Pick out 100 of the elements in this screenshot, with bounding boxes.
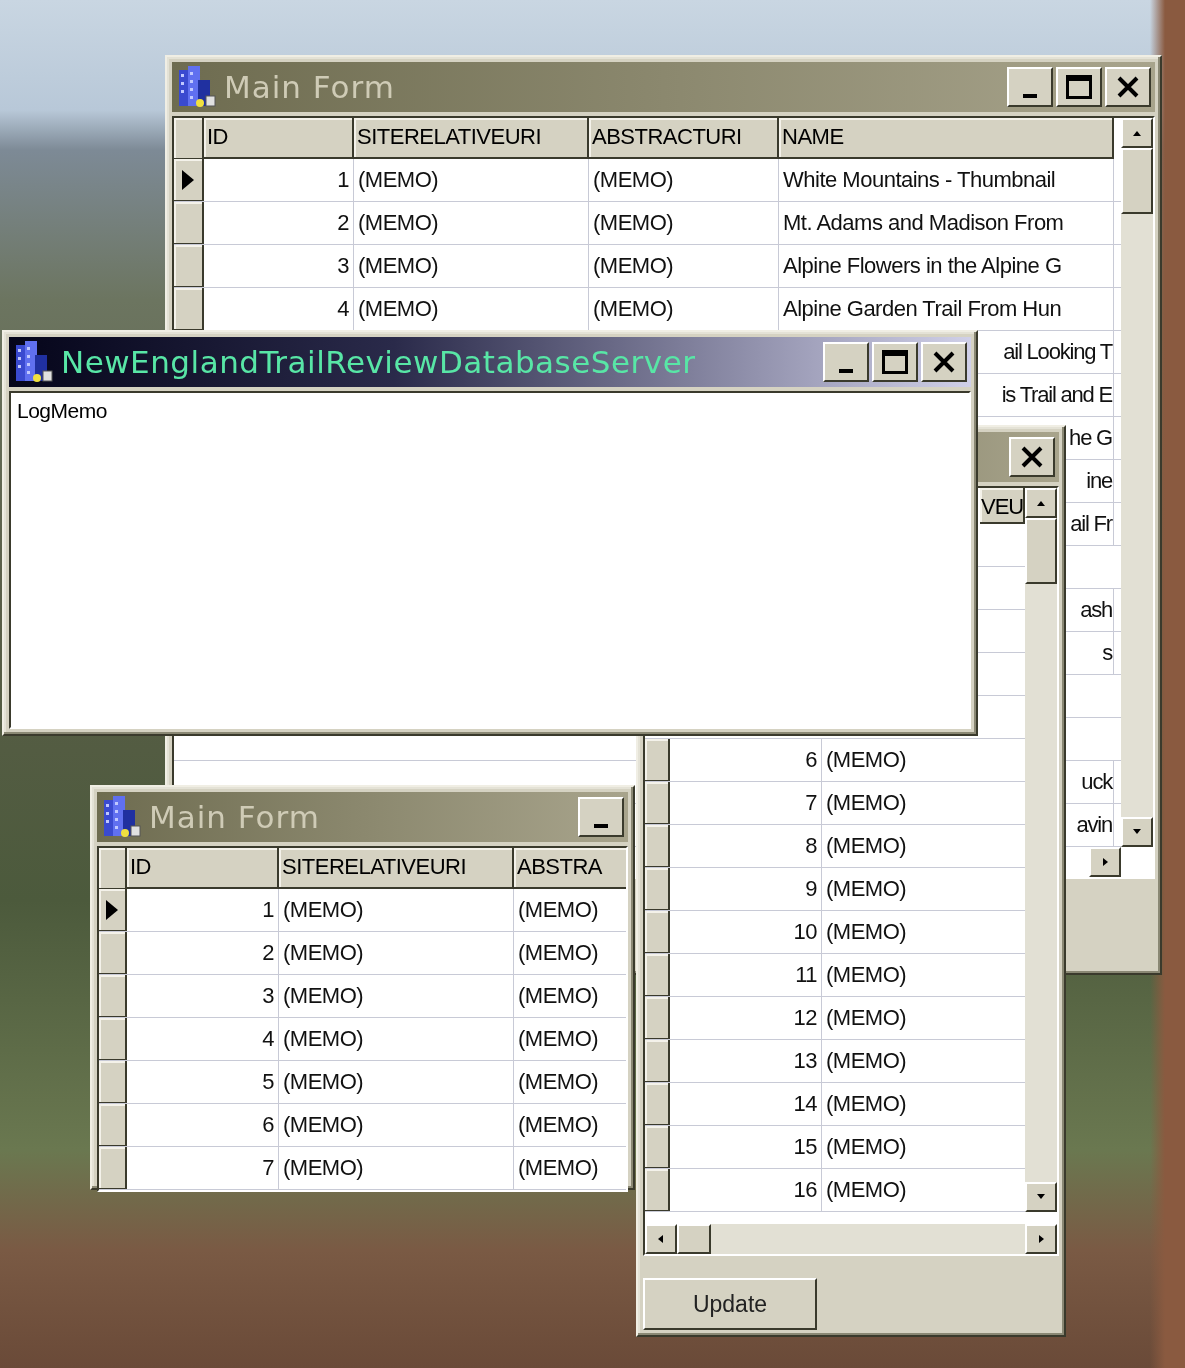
row-indicator[interactable] <box>174 159 204 201</box>
table-cell: (MEMO) <box>514 1147 626 1189</box>
table-cell: (MEMO) <box>514 889 626 931</box>
left-arrow-icon <box>656 1235 666 1243</box>
up-arrow-icon <box>1132 129 1142 137</box>
row-indicator[interactable] <box>645 911 670 953</box>
column-header[interactable]: ID <box>127 848 279 889</box>
scroll-thumb[interactable] <box>677 1224 711 1254</box>
table-cell: Mt. Adams and Madison From <box>779 202 1114 244</box>
table-cell: (MEMO) <box>279 1147 514 1189</box>
row-indicator[interactable] <box>99 889 127 931</box>
table-cell: 2 <box>127 932 279 974</box>
maximize-icon <box>882 350 908 374</box>
table-cell: (MEMO) <box>514 1018 626 1060</box>
scroll-down-button[interactable] <box>1121 817 1153 847</box>
row-indicator[interactable] <box>99 932 127 974</box>
maximize-button[interactable] <box>872 342 918 382</box>
table-cell: 2 <box>204 202 354 244</box>
maximize-icon <box>1066 75 1092 99</box>
table-cell: (MEMO) <box>589 245 779 287</box>
table-cell: (MEMO) <box>589 159 779 201</box>
minimize-icon <box>594 824 608 828</box>
row-indicator[interactable] <box>99 1061 127 1103</box>
table-cell: 6 <box>127 1104 279 1146</box>
table-cell: (MEMO) <box>354 159 589 201</box>
table-cell: 7 <box>127 1147 279 1189</box>
minimize-button[interactable] <box>823 342 869 382</box>
table-cell: 12 <box>670 997 822 1039</box>
scroll-right-button[interactable] <box>1025 1224 1057 1254</box>
column-header[interactable]: ABSTRA <box>514 848 626 889</box>
table-cell: (MEMO) <box>279 1104 514 1146</box>
table-cell: (MEMO) <box>514 1061 626 1103</box>
table-cell: 10 <box>670 911 822 953</box>
table-cell: 11 <box>670 954 822 996</box>
update-button[interactable]: Update <box>643 1278 817 1330</box>
vertical-scrollbar[interactable] <box>1121 118 1153 847</box>
row-indicator[interactable] <box>645 1083 670 1125</box>
row-indicator[interactable] <box>645 1126 670 1168</box>
column-header[interactable]: ID <box>204 118 354 159</box>
scroll-thumb[interactable] <box>1025 518 1057 584</box>
row-indicator[interactable] <box>99 1104 127 1146</box>
table-cell: (MEMO) <box>279 1061 514 1103</box>
row-indicator[interactable] <box>645 782 670 824</box>
table-cell: (MEMO) <box>514 1104 626 1146</box>
scroll-thumb[interactable] <box>1121 148 1153 214</box>
building-icon <box>101 796 141 838</box>
column-header[interactable]: SITERELATIVEURI <box>354 118 589 159</box>
table-cell: (MEMO) <box>514 975 626 1017</box>
table-cell: (MEMO) <box>279 975 514 1017</box>
table-cell: Alpine Flowers in the Alpine G <box>779 245 1114 287</box>
row-indicator[interactable] <box>174 245 204 287</box>
row-indicator[interactable] <box>645 997 670 1039</box>
row-indicator[interactable] <box>645 739 670 781</box>
building-icon <box>13 341 53 383</box>
minimize-icon <box>1023 94 1037 98</box>
table-cell: 6 <box>670 739 822 781</box>
scroll-up-button[interactable] <box>1121 118 1153 148</box>
row-indicator[interactable] <box>645 825 670 867</box>
window-title: NewEnglandTrailReviewDatabaseServer <box>61 344 696 380</box>
table-cell: White Mountains - Thumbnail <box>779 159 1114 201</box>
up-arrow-icon <box>1036 499 1046 507</box>
table-cell: (MEMO) <box>514 932 626 974</box>
right-arrow-icon <box>1036 1235 1046 1243</box>
table-cell: 3 <box>127 975 279 1017</box>
row-indicator[interactable] <box>99 1018 127 1060</box>
row-indicator[interactable] <box>645 868 670 910</box>
close-button[interactable] <box>921 342 967 382</box>
column-header[interactable]: VEU <box>980 488 1025 524</box>
scroll-up-button[interactable] <box>1025 488 1057 518</box>
scroll-down-button[interactable] <box>1025 1182 1057 1212</box>
column-header[interactable]: ABSTRACTURI <box>589 118 779 159</box>
minimize-icon <box>839 369 853 373</box>
table-cell: (MEMO) <box>589 202 779 244</box>
scroll-left-button[interactable] <box>645 1224 677 1254</box>
right-arrow-icon <box>1100 858 1110 866</box>
scroll-right-button[interactable] <box>1089 847 1121 877</box>
row-indicator[interactable] <box>174 288 204 330</box>
row-indicator[interactable] <box>99 975 127 1017</box>
log-memo-field[interactable]: LogMemo <box>9 391 971 729</box>
table-cell: (MEMO) <box>354 245 589 287</box>
table-cell: (MEMO) <box>279 1018 514 1060</box>
column-header[interactable]: NAME <box>779 118 1114 159</box>
table-cell: (MEMO) <box>354 202 589 244</box>
horizontal-scrollbar[interactable] <box>645 1224 1057 1254</box>
row-indicator[interactable] <box>645 1169 670 1211</box>
close-icon <box>933 351 955 373</box>
down-arrow-icon <box>1036 1193 1046 1201</box>
current-row-icon <box>105 898 119 921</box>
row-indicator[interactable] <box>174 202 204 244</box>
table-cell: (MEMO) <box>279 889 514 931</box>
table-cell: 15 <box>670 1126 822 1168</box>
close-icon <box>1021 446 1043 468</box>
table-cell: 16 <box>670 1169 822 1211</box>
down-arrow-icon <box>1132 828 1142 836</box>
row-indicator[interactable] <box>645 954 670 996</box>
column-header[interactable]: SITERELATIVEURI <box>279 848 514 889</box>
current-row-icon <box>181 168 195 191</box>
row-indicator[interactable] <box>645 1040 670 1082</box>
vertical-scrollbar[interactable] <box>1025 488 1057 1212</box>
row-indicator[interactable] <box>99 1147 127 1189</box>
